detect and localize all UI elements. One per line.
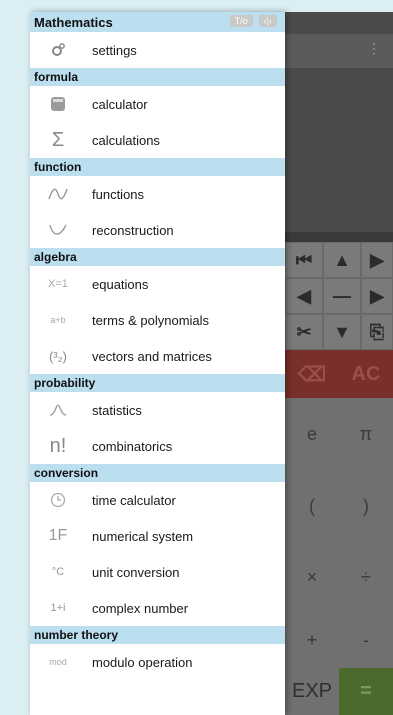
section-header-probability: probability <box>30 374 285 392</box>
cursor-dash-button[interactable]: — <box>323 278 361 314</box>
menu-item-label: calculations <box>92 132 160 148</box>
statistics-curve-icon <box>38 404 78 416</box>
key-close-paren[interactable]: ) <box>339 470 393 542</box>
cursor-left-button[interactable]: ◀ <box>285 278 323 314</box>
section-header-function: function <box>30 158 285 176</box>
clock-icon <box>38 492 78 508</box>
exp-button[interactable]: EXP <box>285 668 339 715</box>
section-header-formula: formula <box>30 68 285 86</box>
menu-item-label: complex number <box>92 600 189 616</box>
vector-icon: (³₂) <box>48 348 68 364</box>
menu-item-label: calculator <box>92 96 148 112</box>
key-multiply[interactable]: × <box>285 542 339 612</box>
menu-item-label: time calculator <box>92 492 176 508</box>
cursor-up-button[interactable]: ▲ <box>323 242 361 278</box>
cursor-home-button[interactable]: ⏮ <box>285 242 323 278</box>
equation-icon: X=1 <box>48 278 68 290</box>
menu-item-label: combinatorics <box>92 438 173 454</box>
menu-item-label: equations <box>92 276 149 292</box>
key-open-paren[interactable]: ( <box>285 470 339 542</box>
cursor-right-button[interactable]: ▶ <box>361 278 393 314</box>
status-icons: T/o ‹¦‹ <box>229 15 277 27</box>
menu-item-label: modulo operation <box>92 654 193 670</box>
equals-button[interactable]: = <box>339 668 393 715</box>
overflow-menu-icon[interactable]: ⋮ <box>367 40 381 57</box>
status-indicator: ‹¦‹ <box>258 15 277 27</box>
section-header-number-theory: number theory <box>30 626 285 644</box>
paste-button[interactable]: ⎘ <box>361 314 393 350</box>
terms-icon: a+b <box>50 315 66 325</box>
drawer-title: Mathematics <box>34 14 113 30</box>
menu-item-terms-polynomials[interactable]: a+b terms & polynomials <box>30 302 285 338</box>
menu-item-calculator[interactable]: calculator <box>30 86 285 122</box>
numeral-system-icon: 1F <box>48 527 68 544</box>
menu-item-label: numerical system <box>92 528 194 544</box>
menu-item-label: functions <box>92 186 145 202</box>
menu-item-statistics[interactable]: statistics <box>30 392 285 428</box>
sigma-icon: Σ <box>51 128 65 151</box>
gear-icon <box>38 42 78 58</box>
menu-item-combinatorics[interactable]: n! combinatorics <box>30 428 285 464</box>
calculator-icon <box>38 96 78 112</box>
menu-item-time-calculator[interactable]: time calculator <box>30 482 285 518</box>
menu-item-numerical-system[interactable]: 1F numerical system <box>30 518 285 554</box>
menu-item-complex-number[interactable]: 1+i complex number <box>30 590 285 626</box>
menu-item-settings[interactable]: settings <box>30 32 285 68</box>
key-minus[interactable]: - <box>339 612 393 668</box>
menu-item-label: statistics <box>92 402 142 418</box>
key-e[interactable]: e <box>285 398 339 470</box>
reconstruction-curve-icon <box>38 223 78 237</box>
status-indicator: T/o <box>229 15 253 27</box>
cursor-end-button[interactable]: ▶ <box>361 242 393 278</box>
menu-item-label: settings <box>92 42 137 58</box>
mod-icon: mod <box>49 657 67 667</box>
function-curve-icon <box>38 187 78 201</box>
menu-item-modulo-operation[interactable]: mod modulo operation <box>30 644 285 680</box>
navigation-drawer: Mathematics T/o ‹¦‹ settings formula cal… <box>30 12 285 715</box>
menu-item-label: terms & polynomials <box>92 312 210 328</box>
section-header-algebra: algebra <box>30 248 285 266</box>
menu-item-functions[interactable]: functions <box>30 176 285 212</box>
drawer-header: Mathematics T/o ‹¦‹ <box>30 12 285 32</box>
delete-button[interactable]: ⌫ <box>285 350 339 398</box>
complex-number-icon: 1+i <box>50 602 66 614</box>
cursor-down-button[interactable]: ▼ <box>323 314 361 350</box>
menu-item-unit-conversion[interactable]: °C unit conversion <box>30 554 285 590</box>
menu-item-calculations[interactable]: Σ calculations <box>30 122 285 158</box>
cut-button[interactable]: ✂ <box>285 314 323 350</box>
section-header-conversion: conversion <box>30 464 285 482</box>
key-divide[interactable]: ÷ <box>339 542 393 612</box>
key-pi[interactable]: π <box>339 398 393 470</box>
menu-item-vectors-matrices[interactable]: (³₂) vectors and matrices <box>30 338 285 374</box>
key-plus[interactable]: + <box>285 612 339 668</box>
clear-button[interactable]: AC <box>339 350 393 398</box>
factorial-icon: n! <box>49 434 67 457</box>
menu-item-reconstruction[interactable]: reconstruction <box>30 212 285 248</box>
thermometer-icon: °C <box>51 566 65 578</box>
menu-item-label: reconstruction <box>92 222 174 238</box>
menu-item-label: unit conversion <box>92 564 180 580</box>
menu-item-equations[interactable]: X=1 equations <box>30 266 285 302</box>
menu-item-label: vectors and matrices <box>92 348 212 364</box>
